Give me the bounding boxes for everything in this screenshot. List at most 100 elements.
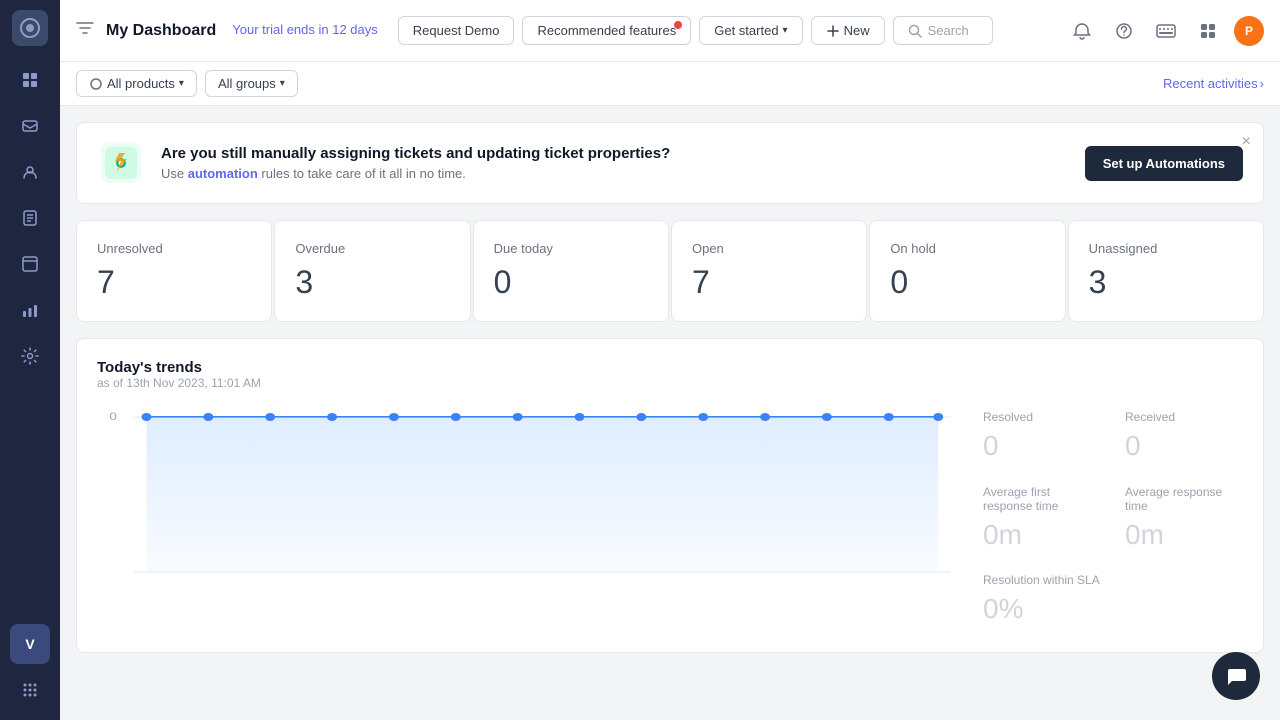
- help-icon[interactable]: [1108, 15, 1140, 47]
- stat-card-due-today[interactable]: Due today 0: [473, 220, 669, 322]
- sidebar: V: [0, 0, 60, 720]
- stat-value: 3: [295, 264, 449, 301]
- stat-label: Unassigned: [1089, 241, 1243, 256]
- product-icon: [89, 77, 103, 91]
- new-label: New: [844, 23, 870, 38]
- sidebar-item-reports[interactable]: [10, 290, 50, 330]
- trend-stat-avg-response: Average response time 0m: [1125, 485, 1243, 558]
- trends-subtitle: as of 13th Nov 2023, 11:01 AM: [97, 376, 1243, 390]
- new-button[interactable]: New: [811, 16, 885, 45]
- active-item-char: V: [25, 636, 34, 652]
- chevron-down-icon: ▾: [179, 78, 184, 89]
- app-logo[interactable]: [12, 10, 48, 46]
- top-navbar: My Dashboard Your trial ends in 12 days …: [60, 0, 1280, 62]
- trends-title: Today's trends: [97, 359, 1243, 376]
- trend-stat-avg-first: Average first response time 0m: [983, 485, 1101, 558]
- banner-description: Use automation rules to take care of it …: [161, 166, 1069, 181]
- avg-response-label: Average response time: [1125, 485, 1243, 513]
- stat-value: 0: [890, 264, 1044, 301]
- stat-card-overdue[interactable]: Overdue 3: [274, 220, 470, 322]
- resolved-value: 0: [983, 430, 1101, 462]
- sub-navbar: All products ▾ All groups ▾ Recent activ…: [60, 62, 1280, 106]
- search-placeholder: Search: [928, 23, 969, 38]
- filter-icon[interactable]: [76, 20, 94, 41]
- stat-card-unresolved[interactable]: Unresolved 7: [76, 220, 272, 322]
- apps-icon[interactable]: [1192, 15, 1224, 47]
- trends-section: Today's trends as of 13th Nov 2023, 11:0…: [76, 338, 1264, 653]
- setup-automations-button[interactable]: Set up Automations: [1085, 146, 1243, 181]
- sidebar-bottom: V: [10, 624, 50, 710]
- user-avatar[interactable]: P: [1234, 16, 1264, 46]
- sidebar-item-kb[interactable]: [10, 198, 50, 238]
- all-groups-filter[interactable]: All groups ▾: [205, 70, 298, 97]
- banner-text: Are you still manually assigning tickets…: [161, 145, 1069, 181]
- automation-banner: Are you still manually assigning tickets…: [76, 122, 1264, 204]
- recommended-features-button[interactable]: Recommended features: [522, 16, 691, 45]
- sla-value: 0%: [983, 593, 1101, 625]
- stat-card-unassigned[interactable]: Unassigned 3: [1068, 220, 1264, 322]
- keyboard-icon[interactable]: [1150, 15, 1182, 47]
- resolved-label: Resolved: [983, 410, 1101, 424]
- received-label: Received: [1125, 410, 1243, 424]
- trend-stat-received: Received 0: [1125, 410, 1243, 469]
- trial-notice: Your trial ends in 12 days: [232, 22, 378, 39]
- stat-value: 0: [494, 264, 648, 301]
- content-area: Are you still manually assigning tickets…: [60, 106, 1280, 720]
- trend-stat-resolved: Resolved 0: [983, 410, 1101, 469]
- stats-row: Unresolved 7 Overdue 3 Due today 0 Open …: [76, 220, 1264, 322]
- stat-label: Due today: [494, 241, 648, 256]
- chat-widget[interactable]: [1212, 652, 1260, 700]
- avg-first-value: 0m: [983, 519, 1101, 551]
- stat-card-open[interactable]: Open 7: [671, 220, 867, 322]
- trends-stats: Resolved 0 Received 0 Average first resp…: [983, 402, 1243, 632]
- trends-chart: 0: [97, 402, 963, 632]
- sidebar-item-inbox[interactable]: [10, 106, 50, 146]
- sidebar-grid-icon[interactable]: [10, 670, 50, 710]
- recent-activities-label: Recent activities: [1163, 76, 1258, 91]
- avg-response-value: 0m: [1125, 519, 1243, 551]
- bell-icon[interactable]: [1066, 15, 1098, 47]
- all-groups-label: All groups: [218, 76, 276, 91]
- stat-label: On hold: [890, 241, 1044, 256]
- chevron-down-icon: ▾: [280, 78, 285, 89]
- sidebar-item-active[interactable]: V: [10, 624, 50, 664]
- received-value: 0: [1125, 430, 1243, 462]
- trend-stat-sla: Resolution within SLA 0%: [983, 573, 1101, 632]
- chevron-right-icon: ›: [1260, 76, 1264, 91]
- stat-card-on-hold[interactable]: On hold 0: [869, 220, 1065, 322]
- search-icon: [908, 24, 922, 38]
- sidebar-item-contacts[interactable]: [10, 152, 50, 192]
- trends-body: 0: [97, 402, 1243, 632]
- notification-dot: [674, 21, 682, 29]
- stat-label: Unresolved: [97, 241, 251, 256]
- get-started-button[interactable]: Get started ▾: [699, 16, 802, 45]
- sidebar-item-home[interactable]: [10, 60, 50, 100]
- banner-title-text: Are you still manually assigning tickets…: [161, 145, 670, 162]
- recommended-label: Recommended features: [537, 23, 676, 38]
- plus-icon: [826, 24, 840, 38]
- banner-close-button[interactable]: ×: [1242, 133, 1251, 151]
- get-started-label: Get started: [714, 23, 778, 38]
- recent-activities-link[interactable]: Recent activities ›: [1163, 76, 1264, 91]
- chart-svg: 0: [97, 402, 963, 602]
- sidebar-item-tickets[interactable]: [10, 244, 50, 284]
- sidebar-item-settings[interactable]: [10, 336, 50, 376]
- stat-value: 3: [1089, 264, 1243, 301]
- main-content: My Dashboard Your trial ends in 12 days …: [60, 0, 1280, 720]
- request-demo-button[interactable]: Request Demo: [398, 16, 515, 45]
- trends-header: Today's trends as of 13th Nov 2023, 11:0…: [97, 359, 1243, 390]
- banner-icon: [97, 139, 145, 187]
- navbar-icons: P: [1066, 15, 1264, 47]
- chevron-down-icon: ▾: [783, 25, 788, 36]
- stat-value: 7: [97, 264, 251, 301]
- avg-first-label: Average first response time: [983, 485, 1101, 513]
- stat-label: Open: [692, 241, 846, 256]
- stat-value: 7: [692, 264, 846, 301]
- search-button[interactable]: Search: [893, 16, 993, 45]
- all-products-filter[interactable]: All products ▾: [76, 70, 197, 97]
- banner-title: Are you still manually assigning tickets…: [161, 145, 1069, 162]
- all-products-label: All products: [107, 76, 175, 91]
- sla-label: Resolution within SLA: [983, 573, 1101, 587]
- stat-label: Overdue: [295, 241, 449, 256]
- svg-text:0: 0: [109, 410, 117, 422]
